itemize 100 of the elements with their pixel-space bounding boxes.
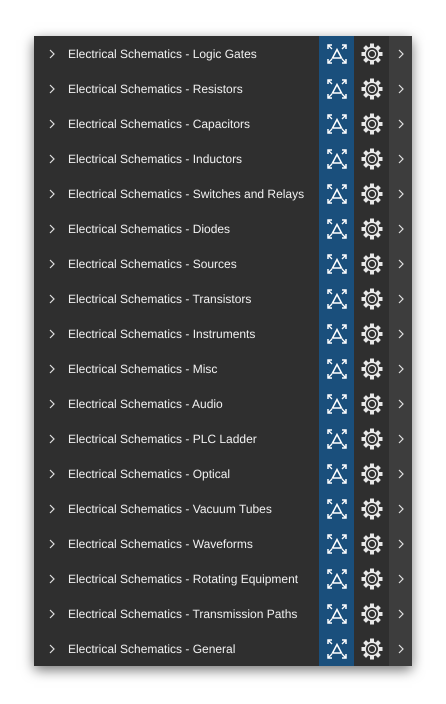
- expand-toggle[interactable]: Electrical Schematics - Audio: [34, 386, 319, 421]
- expand-triangle-icon: [326, 532, 348, 554]
- expand-toggle[interactable]: Electrical Schematics - Waveforms: [34, 526, 319, 561]
- item-label: Electrical Schematics - Transmission Paths: [68, 606, 298, 622]
- item-label: Electrical Schematics - PLC Ladder: [68, 430, 257, 448]
- chevron-icon: [48, 328, 56, 338]
- settings-icon: [360, 252, 382, 274]
- settings-icon: [360, 218, 382, 240]
- expand-triangle-icon: [326, 218, 348, 240]
- settings-icon: [360, 112, 382, 134]
- expand-toggle[interactable]: Electrical Schematics - Capacitors: [34, 106, 319, 141]
- expand-toggle[interactable]: Electrical Schematics - Inductors: [34, 141, 319, 176]
- chevron-icon: [396, 644, 404, 654]
- expand-toggle[interactable]: Electrical Schematics - Instruments: [34, 316, 319, 351]
- chevron-icon: [396, 118, 404, 128]
- chevron-icon: [396, 468, 404, 478]
- expand-toggle[interactable]: Electrical Schematics - Optical: [34, 456, 319, 491]
- settings-icon: [360, 322, 382, 344]
- chevron-icon: [396, 188, 404, 198]
- chevron-icon: [48, 398, 56, 408]
- chevron-icon: [396, 294, 404, 304]
- item-label: Electrical Schematics - Switches and Relays: [68, 186, 304, 202]
- expand-toggle[interactable]: Electrical Schematics - Resistors: [34, 71, 319, 106]
- expand-triangle-icon: [326, 112, 348, 134]
- expand-toggle[interactable]: Electrical Schematics - Misc: [34, 351, 319, 386]
- chevron-icon: [396, 224, 404, 234]
- expand-toggle[interactable]: Electrical Schematics - Vacuum Tubes: [34, 491, 319, 526]
- chevron-icon: [396, 504, 404, 514]
- item-label: Electrical Schematics - Logic Gates: [68, 46, 257, 62]
- item-label: Electrical Schematics - Misc: [68, 360, 218, 378]
- item-label: Electrical Schematics - Audio: [68, 396, 223, 412]
- item-label: Electrical Schematics - Instruments: [68, 326, 256, 342]
- item-label: Electrical Schematics - Resistors: [68, 80, 243, 98]
- chevron-icon: [396, 538, 404, 548]
- chevron-icon: [396, 84, 404, 94]
- expand-triangle-icon: [326, 602, 348, 624]
- expand-triangle-icon: [326, 568, 348, 590]
- item-label: Electrical Schematics - Sources: [68, 256, 237, 272]
- expand-toggle[interactable]: Electrical Schematics - Transmission Paths: [34, 596, 319, 631]
- chevron-icon: [396, 154, 404, 164]
- chevron-icon: [48, 608, 56, 618]
- settings-icon: [360, 428, 382, 450]
- chevron-icon: [48, 188, 56, 198]
- expand-toggle[interactable]: Electrical Schematics - General: [34, 631, 319, 666]
- chevron-icon: [48, 224, 56, 234]
- chevron-icon: [48, 574, 56, 584]
- chevron-icon: [396, 48, 404, 58]
- chevron-icon: [396, 364, 404, 374]
- chevron-icon: [48, 154, 56, 164]
- expand-triangle-icon: [326, 358, 348, 380]
- item-label: Electrical Schematics - Capacitors: [68, 116, 250, 132]
- settings-icon: [360, 498, 382, 520]
- chevron-icon: [48, 538, 56, 548]
- chevron-icon: [48, 258, 56, 268]
- settings-icon: [360, 638, 382, 660]
- expand-toggle[interactable]: Electrical Schematics - PLC Ladder: [34, 421, 319, 456]
- settings-icon: [360, 392, 382, 414]
- settings-icon: [360, 532, 382, 554]
- expand-toggle[interactable]: Electrical Schematics - Transistors: [34, 281, 319, 316]
- settings-icon: [360, 602, 382, 624]
- expand-triangle-icon: [326, 182, 348, 204]
- settings-icon: [360, 288, 382, 310]
- chevron-icon: [48, 294, 56, 304]
- settings-icon: [360, 148, 382, 170]
- expand-triangle-icon: [326, 148, 348, 170]
- chevron-icon: [396, 328, 404, 338]
- chevron-icon: [396, 574, 404, 584]
- chevron-icon: [48, 84, 56, 94]
- item-label: Electrical Schematics - Transistors: [68, 290, 252, 308]
- item-label: Electrical Schematics - Vacuum Tubes: [68, 500, 272, 518]
- expand-triangle-icon: [326, 428, 348, 450]
- expand-toggle[interactable]: Electrical Schematics - Logic Gates: [34, 36, 319, 71]
- expand-toggle[interactable]: Electrical Schematics - Switches and Relays: [34, 176, 319, 211]
- expand-triangle-icon: [326, 462, 348, 484]
- chevron-icon: [48, 504, 56, 514]
- expand-triangle-icon: [326, 322, 348, 344]
- item-label: Electrical Schematics - Optical: [68, 466, 230, 482]
- shapes-button[interactable]: [319, 631, 354, 666]
- expand-triangle-icon: [326, 78, 348, 100]
- expand-triangle-icon: [326, 498, 348, 520]
- item-label: Electrical Schematics - Diodes: [68, 220, 230, 238]
- settings-icon: [360, 568, 382, 590]
- expand-triangle-icon: [326, 288, 348, 310]
- chevron-icon: [48, 48, 56, 58]
- chevron-icon: [48, 434, 56, 444]
- chevron-icon: [396, 258, 404, 268]
- chevron-icon: [48, 644, 56, 654]
- settings-icon: [360, 462, 382, 484]
- settings-icon: [360, 42, 382, 64]
- expand-toggle[interactable]: Electrical Schematics - Rotating Equipment: [34, 561, 319, 596]
- settings-icon: [360, 182, 382, 204]
- item-label: Electrical Schematics - General: [68, 640, 236, 658]
- chevron-icon: [48, 364, 56, 374]
- expand-toggle[interactable]: Electrical Schematics - Sources: [34, 246, 319, 281]
- shapes-button[interactable]: [319, 36, 354, 71]
- expand-triangle-icon: [326, 252, 348, 274]
- item-label: Electrical Schematics - Rotating Equipment: [68, 570, 298, 588]
- expand-toggle[interactable]: Electrical Schematics - Diodes: [34, 211, 319, 246]
- item-label: Electrical Schematics - Waveforms: [68, 536, 253, 552]
- settings-icon: [360, 358, 382, 380]
